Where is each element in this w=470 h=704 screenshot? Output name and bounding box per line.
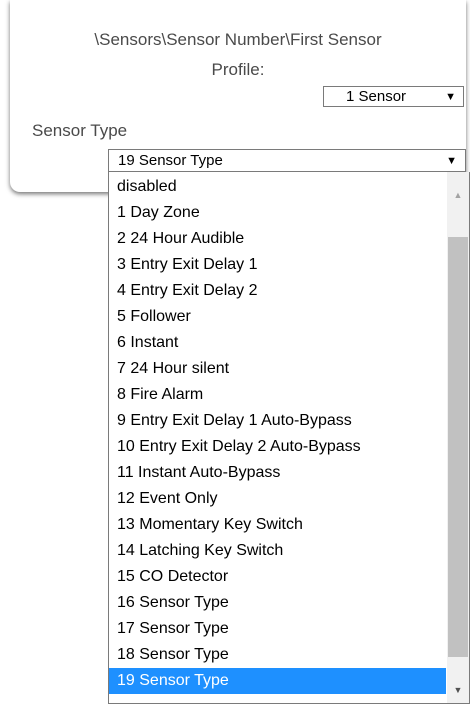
option-item[interactable]: 16 Sensor Type [109,590,446,616]
option-item[interactable]: 14 Latching Key Switch [109,538,446,564]
option-item[interactable]: 10 Entry Exit Delay 2 Auto-Bypass [109,434,446,460]
option-item-selected[interactable]: 19 Sensor Type [109,668,446,694]
breadcrumb-path: \Sensors\Sensor Number\First Sensor [94,30,382,49]
option-item[interactable]: 2 24 Hour Audible [109,226,446,252]
profile-select[interactable]: 1 Sensor ▼ [323,86,464,107]
sensor-type-select-value: 19 Sensor Type [118,152,223,169]
sensor-type-label: Sensor Type [32,121,128,140]
sensor-type-dropdown-list: disabled 1 Day Zone 2 24 Hour Audible 3 … [108,172,470,704]
scroll-up-icon[interactable]: ▲ [447,186,469,204]
option-item[interactable]: 3 Entry Exit Delay 1 [109,252,446,278]
option-item[interactable]: 6 Instant [109,330,446,356]
scroll-thumb[interactable] [448,237,468,657]
option-item[interactable]: 9 Entry Exit Delay 1 Auto-Bypass [109,408,446,434]
scroll-down-icon[interactable]: ▼ [447,681,469,699]
chevron-down-icon: ▼ [445,91,456,103]
chevron-down-icon: ▼ [446,155,457,167]
option-item[interactable]: 13 Momentary Key Switch [109,512,446,538]
option-item[interactable]: 15 CO Detector [109,564,446,590]
option-item[interactable]: 1 Day Zone [109,200,446,226]
option-item[interactable]: 18 Sensor Type [109,642,446,668]
options-container: disabled 1 Day Zone 2 24 Hour Audible 3 … [109,174,446,694]
option-item[interactable]: 7 24 Hour silent [109,356,446,382]
option-item[interactable]: 4 Entry Exit Delay 2 [109,278,446,304]
option-item[interactable]: 8 Fire Alarm [109,382,446,408]
option-item[interactable]: 11 Instant Auto-Bypass [109,460,446,486]
option-item[interactable]: 17 Sensor Type [109,616,446,642]
option-item[interactable]: 12 Event Only [109,486,446,512]
option-item[interactable]: disabled [109,174,446,200]
scrollbar[interactable]: ▲ ▼ [447,172,469,703]
profile-select-value: 1 Sensor [346,88,407,105]
option-item[interactable]: 5 Follower [109,304,446,330]
profile-label: Profile: [211,60,265,79]
sensor-type-select[interactable]: 19 Sensor Type ▼ [108,149,466,172]
